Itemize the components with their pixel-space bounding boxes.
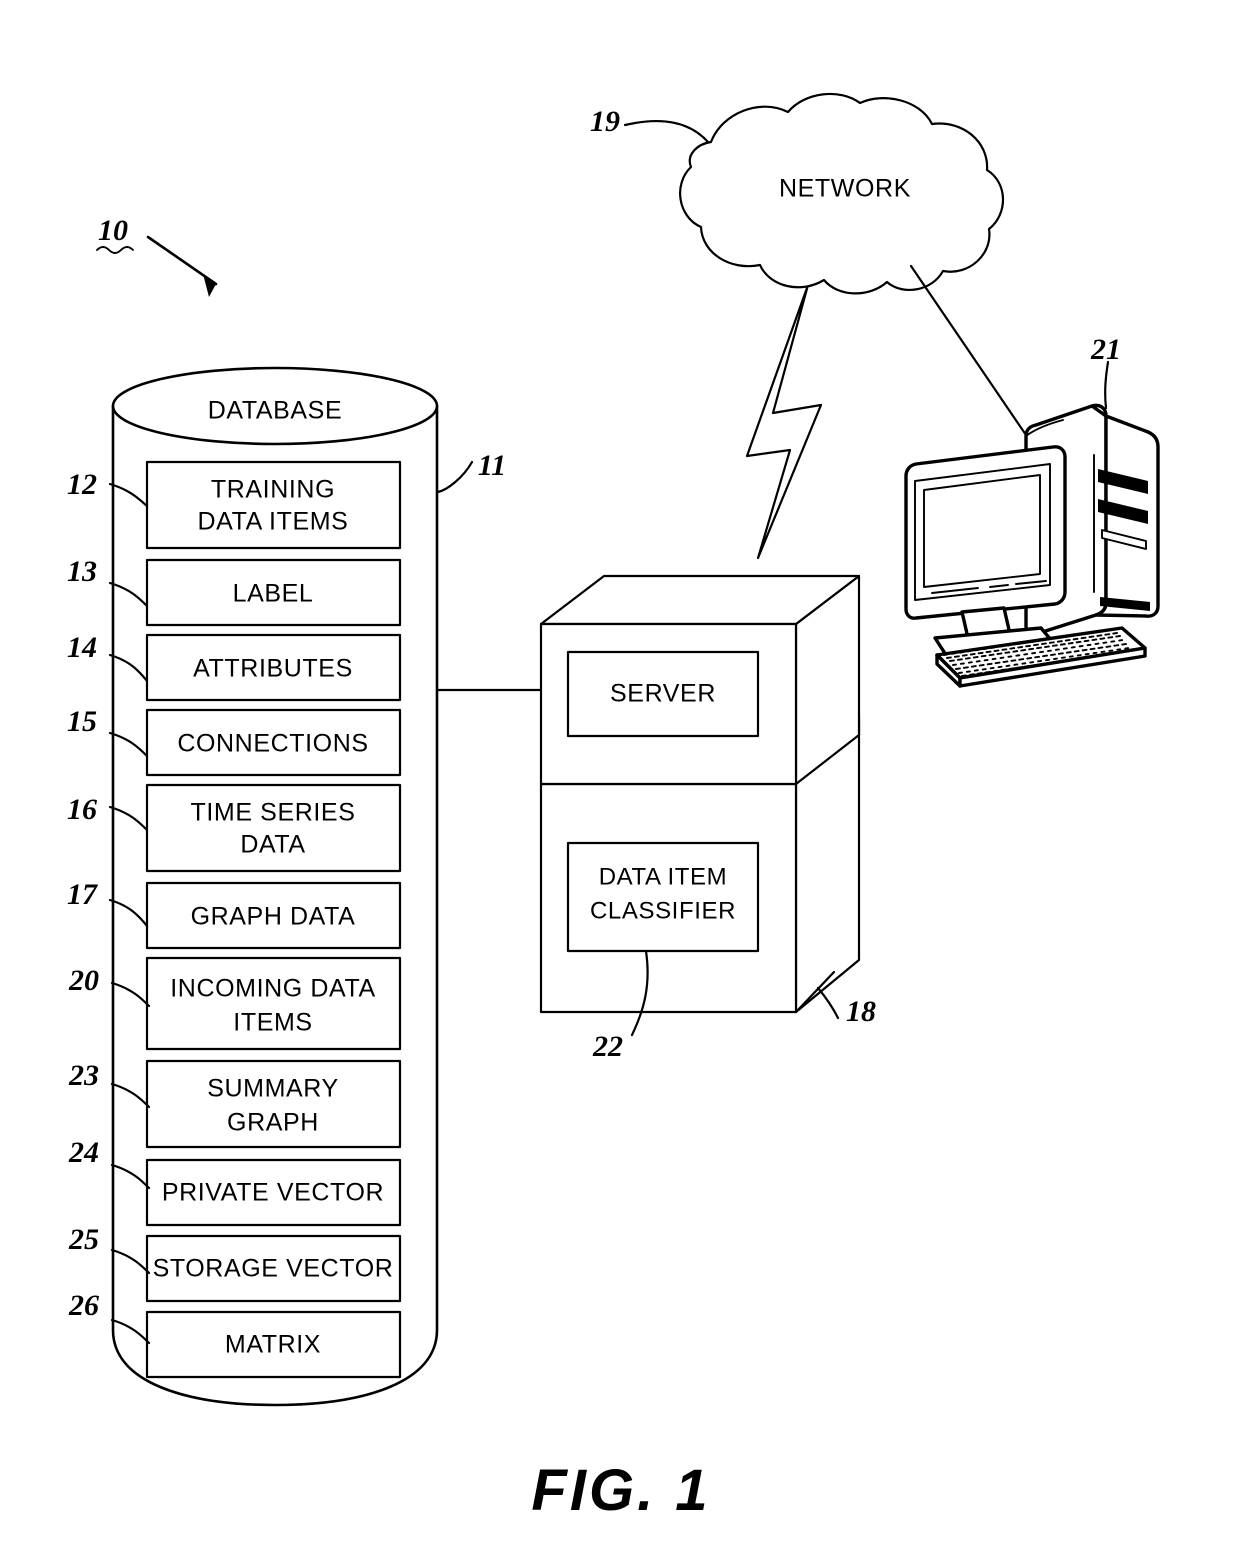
numeral-23: 23 — [68, 1059, 99, 1092]
numeral-24: 24 — [68, 1136, 99, 1169]
numeral-19: 19 — [590, 105, 620, 138]
numeral-11: 11 — [478, 449, 506, 482]
db-item-label-line-1: TIME SERIES — [191, 799, 356, 827]
server-upper-box: SERVER — [539, 574, 861, 786]
network-cloud[interactable]: NETWORK 19 — [590, 92, 1004, 295]
leader-18-curve — [816, 986, 840, 1020]
system-arrow-head — [203, 274, 216, 297]
figure-canvas: 10 DATABASE 11 TRAINING DATA ITEMS 12 LA… — [67, 92, 1160, 1523]
patent-figure: 10 DATABASE 11 TRAINING DATA ITEMS 12 LA… — [0, 0, 1240, 1568]
db-item-label-line-1: SUMMARY — [207, 1075, 339, 1103]
numeral-10: 10 — [98, 214, 128, 247]
numeral-18: 18 — [846, 995, 876, 1028]
system-reference-10: 10 — [96, 214, 218, 297]
leader-11 — [436, 460, 474, 494]
db-item-label-line-2: GRAPH — [227, 1109, 319, 1137]
db-item-label-line-1: TRAINING — [211, 476, 335, 504]
database-reference-11: 11 — [436, 449, 506, 494]
db-item-label-line-1: GRAPH DATA — [191, 903, 356, 931]
workstation-reference-21: 21 — [1090, 333, 1121, 410]
server-label: SERVER — [610, 680, 716, 708]
computer-monitor — [904, 445, 1067, 660]
db-item-label-line-1: INCOMING DATA — [170, 975, 375, 1003]
numeral-14: 14 — [67, 631, 97, 664]
numeral-25: 25 — [68, 1223, 99, 1256]
db-item-label-line-2: DATA ITEMS — [198, 508, 349, 536]
db-item-label-line-1: PRIVATE VECTOR — [162, 1179, 384, 1207]
db-item-label-line-1: ATTRIBUTES — [193, 655, 353, 683]
db-item-label-line-1: LABEL — [233, 580, 314, 608]
numeral-26: 26 — [68, 1289, 99, 1322]
leader-21 — [1104, 360, 1110, 410]
numeral-20: 20 — [68, 964, 99, 997]
db-item-label-line-1: CONNECTIONS — [177, 730, 368, 758]
numeral-12: 12 — [67, 468, 97, 501]
database-title: DATABASE — [208, 397, 342, 425]
server-assembly[interactable]: DATA ITEM CLASSIFIER SERVER 18 22 — [539, 574, 876, 1063]
numeral-22: 22 — [592, 1030, 623, 1063]
numeral-17: 17 — [67, 878, 98, 911]
db-item-label-line-1: STORAGE VECTOR — [153, 1255, 394, 1283]
leader-19 — [623, 120, 710, 144]
monitor-screen — [923, 474, 1041, 588]
numeral-15: 15 — [67, 705, 97, 738]
network-reference-19: 19 — [590, 105, 710, 144]
workstation[interactable]: 21 — [904, 333, 1160, 688]
numeral-21: 21 — [1090, 333, 1121, 366]
classifier-label-line-2: CLASSIFIER — [590, 897, 736, 924]
figure-caption: FIG. 1 — [531, 1458, 710, 1523]
network-label: NETWORK — [779, 175, 911, 203]
classifier-label-line-1: DATA ITEM — [599, 863, 728, 890]
numeral-13: 13 — [67, 555, 97, 588]
wireless-lightning-bolt — [745, 283, 823, 560]
db-item-label-line-2: DATA — [240, 831, 305, 859]
db-item-label-line-2: ITEMS — [233, 1009, 312, 1037]
numeral-10-underline — [96, 246, 134, 254]
numeral-16: 16 — [67, 793, 97, 826]
db-item-label-line-1: MATRIX — [225, 1331, 321, 1359]
network-workstation-link — [909, 264, 1028, 437]
